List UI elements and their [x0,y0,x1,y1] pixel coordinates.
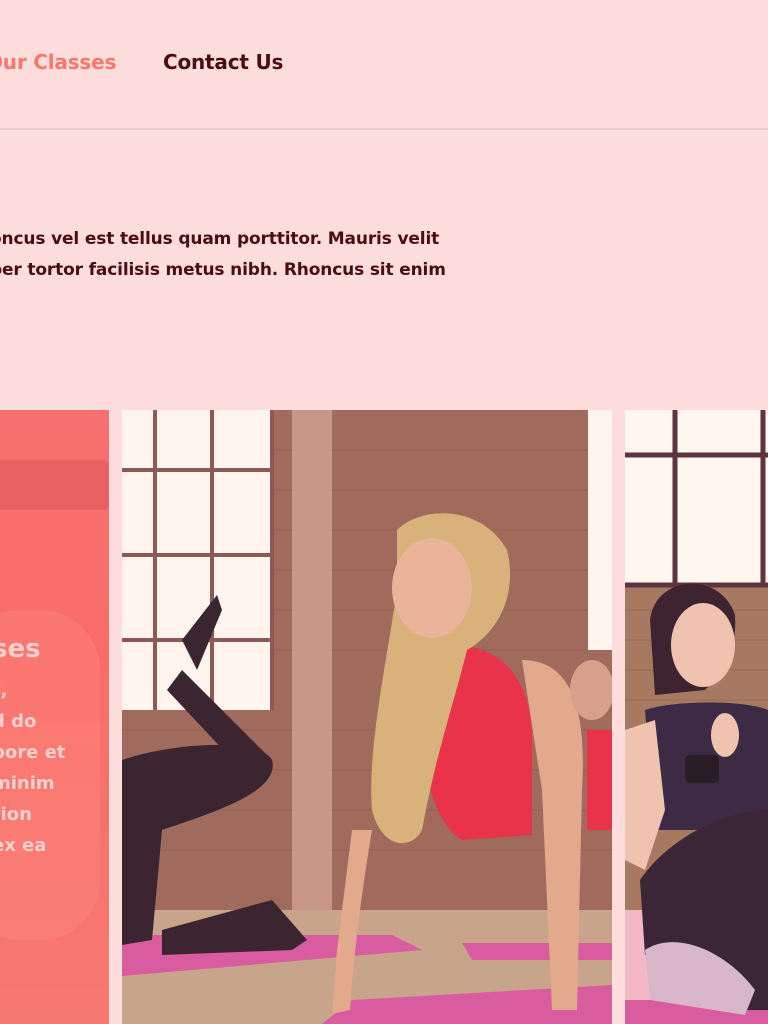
yoga-class-photo [122,410,612,1024]
page: Our Classes Contact Us oncus vel est tel… [0,0,768,1024]
fitness-class-photo [625,410,768,1024]
intro-line: oncus vel est tellus quam porttitor. Mau… [0,229,440,249]
class-gallery: ses t, d do bore et minim tion ex ea [0,410,768,1024]
intro-line: per tortor facilisis metus nibh. Rhoncus… [0,260,446,280]
nav-link-contact-us[interactable]: Contact Us [163,50,283,74]
description-line: bore et [0,742,66,763]
description-line: t, [0,680,8,701]
featured-class-card[interactable]: ses t, d do bore et minim tion ex ea [0,410,109,1024]
description-line: ex ea [0,835,47,856]
description-line: tion [0,804,32,825]
featured-class-description: t, d do bore et minim tion ex ea [0,675,65,861]
nav-link-our-classes[interactable]: Our Classes [0,50,116,74]
class-photo-card[interactable] [122,410,612,1024]
card-background-shape [0,460,109,510]
description-line: minim [0,773,55,794]
description-line: d do [0,711,37,732]
intro-paragraph: oncus vel est tellus quam porttitor. Mau… [0,224,550,286]
featured-class-title: ses [0,634,41,664]
class-photo-card[interactable] [625,410,768,1024]
top-navigation: Our Classes Contact Us [0,0,768,130]
